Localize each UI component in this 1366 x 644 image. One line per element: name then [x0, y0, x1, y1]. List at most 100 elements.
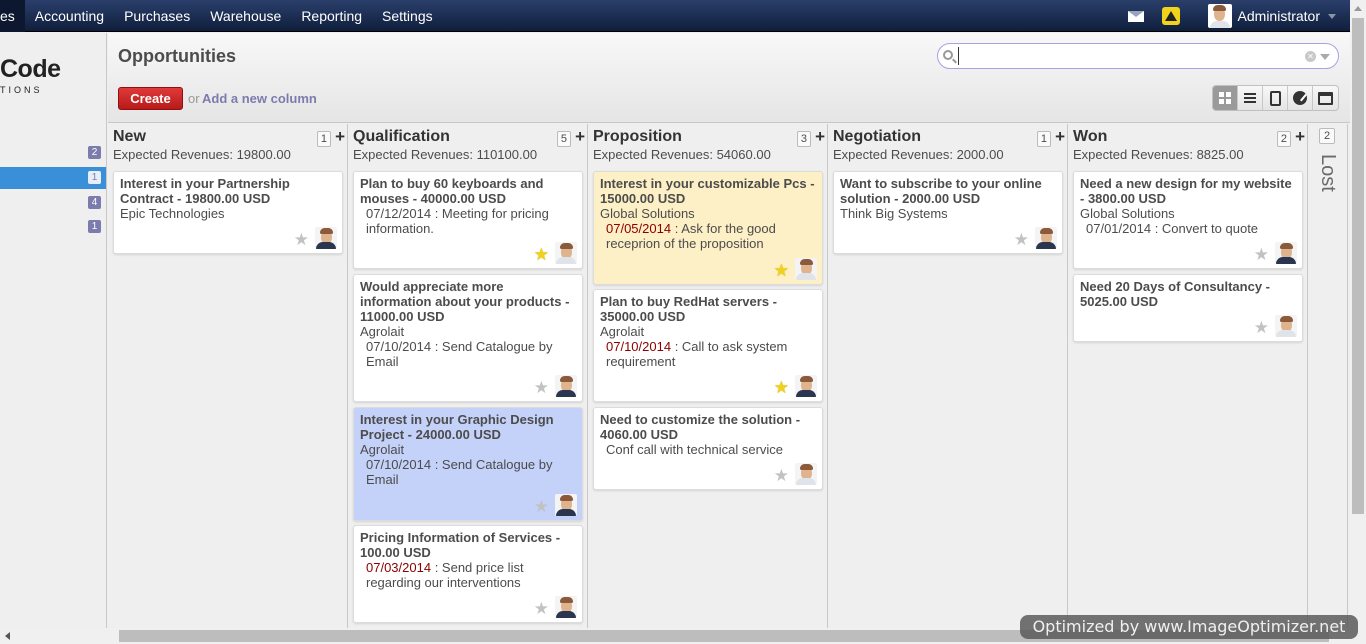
- search-box[interactable]: ✕: [937, 43, 1339, 69]
- warning-icon[interactable]: [1161, 7, 1180, 25]
- quick-add-button[interactable]: +: [1055, 128, 1065, 146]
- add-column-link[interactable]: Add a new column: [202, 91, 317, 106]
- kanban-column-lost-folded[interactable]: 2 Lost: [1308, 124, 1348, 628]
- opportunity-card[interactable]: Plan to buy 60 keyboards and mouses - 40…: [353, 171, 583, 269]
- card-footer: ★: [534, 242, 577, 264]
- menu-item-reporting[interactable]: Reporting: [291, 0, 372, 32]
- sidebar-item[interactable]: 4: [0, 192, 106, 214]
- card-partner: Global Solutions: [1080, 206, 1175, 221]
- form-view-button[interactable]: [1263, 86, 1288, 110]
- create-button[interactable]: Create: [118, 87, 183, 110]
- or-text: or: [188, 91, 200, 106]
- card-title: Pricing Information of Services - 100.00…: [360, 530, 561, 560]
- sidebar-item[interactable]: 1: [0, 216, 106, 238]
- priority-star-icon[interactable]: ★: [534, 600, 549, 618]
- column-count: 1: [1036, 131, 1051, 147]
- quick-add-button[interactable]: +: [575, 128, 585, 146]
- column-title[interactable]: Lost: [1316, 154, 1339, 192]
- column-header: Qualification Expected Revenues: 110100.0…: [353, 127, 585, 163]
- opportunity-card[interactable]: Would appreciate more information about …: [353, 274, 583, 402]
- sidebar-count-badge: 1: [88, 220, 101, 233]
- opportunity-card[interactable]: Interest in your Partnership Contract - …: [113, 171, 343, 254]
- priority-star-icon[interactable]: ★: [1014, 231, 1029, 249]
- menu-item-purchases[interactable]: Purchases: [114, 0, 200, 32]
- chevron-down-icon[interactable]: [1328, 13, 1336, 19]
- salesperson-avatar: [1035, 227, 1057, 249]
- priority-star-icon[interactable]: ★: [774, 467, 789, 485]
- quick-add-button[interactable]: +: [335, 128, 345, 146]
- opportunity-card[interactable]: Interest in your customizable Pcs - 1500…: [593, 171, 823, 285]
- column-count: 3: [796, 131, 811, 147]
- sidebar: Code TIONS 2 1 4 1: [0, 33, 107, 628]
- card-partner: Think Big Systems: [840, 206, 948, 221]
- priority-star-icon[interactable]: ★: [534, 498, 549, 516]
- priority-star-icon[interactable]: ★: [534, 246, 549, 264]
- card-title: Interest in your Partnership Contract - …: [120, 176, 290, 206]
- activity-date: 07/10/2014: [366, 457, 432, 472]
- card-title: Interest in your Graphic Design Project …: [360, 412, 554, 442]
- sidebar-item-active[interactable]: 1: [0, 167, 106, 189]
- column-title[interactable]: Qualification: [353, 127, 583, 146]
- priority-star-icon[interactable]: ★: [534, 379, 549, 397]
- card-partner: Epic Technologies: [120, 206, 225, 221]
- graph-view-button[interactable]: [1288, 86, 1313, 110]
- clear-icon[interactable]: ✕: [1305, 51, 1316, 62]
- menu-item-accounting[interactable]: Accounting: [25, 0, 114, 32]
- card-partner: Global Solutions: [600, 206, 695, 221]
- salesperson-avatar: [555, 375, 577, 397]
- column-title[interactable]: Negotiation: [833, 127, 1063, 146]
- main-menu: es Accounting Purchases Warehouse Report…: [0, 0, 443, 32]
- opportunity-card[interactable]: Need a new design for my website - 3800.…: [1073, 171, 1303, 269]
- view-header: Opportunities Create or Add a new column…: [108, 33, 1350, 123]
- card-title: Plan to buy 60 keyboards and mouses - 40…: [360, 176, 544, 206]
- quick-add-button[interactable]: +: [1295, 128, 1305, 146]
- scroll-up-arrow-icon[interactable]: [1354, 6, 1362, 11]
- card-next-activity: Conf call with technical service: [600, 442, 816, 457]
- salesperson-avatar: [555, 494, 577, 516]
- menu-item-settings[interactable]: Settings: [372, 0, 443, 32]
- user-avatar[interactable]: [1207, 4, 1232, 28]
- activity-text: : Convert to quote: [1151, 221, 1259, 236]
- column-expected-revenue: Expected Revenues: 110100.00: [353, 147, 538, 162]
- sidebar-item[interactable]: 2: [0, 142, 106, 164]
- opportunity-card[interactable]: Need to customize the solution - 4060.00…: [593, 407, 823, 490]
- card-next-activity: 07/10/2014 : Send Catalogue by Email: [360, 339, 576, 369]
- column-expected-revenue: Expected Revenues: 8825.00: [1073, 147, 1244, 162]
- column-header: Won Expected Revenues: 8825.00 2 +: [1073, 127, 1305, 163]
- column-title[interactable]: Won: [1073, 127, 1303, 146]
- priority-star-icon[interactable]: ★: [1254, 246, 1269, 264]
- search-input[interactable]: [958, 47, 1288, 65]
- menu-item-sales[interactable]: es: [0, 0, 25, 32]
- kanban-view-button[interactable]: [1213, 86, 1238, 110]
- calendar-view-button[interactable]: [1313, 86, 1338, 110]
- card-footer: ★: [774, 375, 817, 397]
- quick-add-button[interactable]: +: [815, 128, 825, 146]
- opportunity-card[interactable]: Plan to buy RedHat servers - 35000.00 US…: [593, 289, 823, 402]
- search-options-caret-icon[interactable]: [1320, 54, 1330, 60]
- column-count: 1: [316, 131, 331, 147]
- vertical-scrollbar[interactable]: [1350, 0, 1366, 644]
- activity-date: 07/03/2014: [366, 560, 432, 575]
- priority-star-icon[interactable]: ★: [294, 231, 309, 249]
- priority-star-icon[interactable]: ★: [774, 379, 789, 397]
- priority-star-icon[interactable]: ★: [774, 262, 789, 280]
- card-title: Want to subscribe to your online solutio…: [840, 176, 1042, 206]
- mail-icon[interactable]: [1127, 10, 1144, 22]
- opportunity-card[interactable]: Need 20 Days of Consultancy - 5025.00 US…: [1073, 274, 1303, 342]
- vertical-scroll-thumb[interactable]: [1352, 18, 1364, 514]
- column-title[interactable]: Proposition: [593, 127, 823, 146]
- opportunity-card[interactable]: Want to subscribe to your online solutio…: [833, 171, 1063, 254]
- user-name[interactable]: Administrator: [1238, 8, 1320, 24]
- form-icon: [1269, 90, 1281, 106]
- list-view-button[interactable]: [1238, 86, 1263, 110]
- column-count: 2: [1319, 128, 1335, 144]
- scroll-left-arrow-icon[interactable]: [5, 632, 10, 640]
- opportunity-card[interactable]: Interest in your Graphic Design Project …: [353, 407, 583, 521]
- opportunity-card[interactable]: Pricing Information of Services - 100.00…: [353, 525, 583, 623]
- menu-item-warehouse[interactable]: Warehouse: [200, 0, 291, 32]
- priority-star-icon[interactable]: ★: [1254, 319, 1269, 337]
- column-title[interactable]: New: [113, 127, 343, 146]
- kanban-column-new: New Expected Revenues: 19800.00 1 + Interest…: [108, 124, 348, 628]
- column-expected-revenue: Expected Revenues: 2000.00: [833, 147, 1004, 162]
- user-area: Administrator: [1127, 0, 1336, 32]
